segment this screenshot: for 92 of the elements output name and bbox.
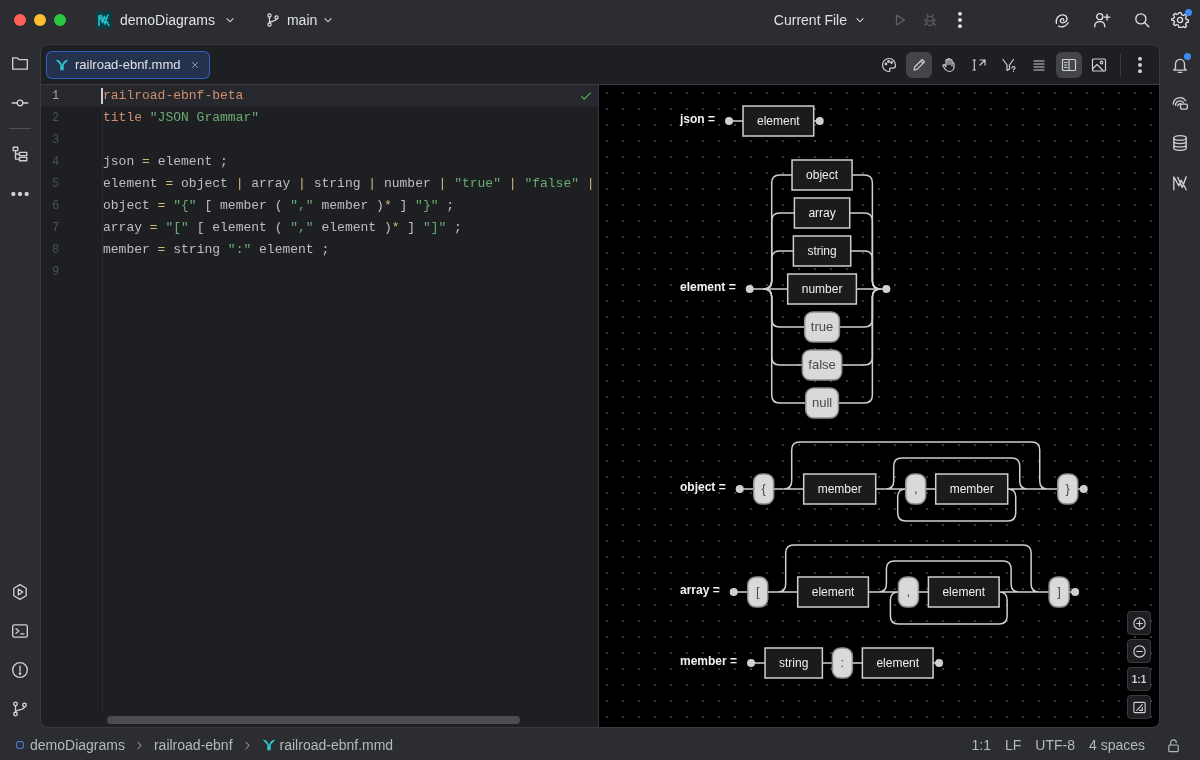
- text-cursor: [101, 88, 103, 104]
- code-line: title "JSON Grammar": [103, 109, 260, 128]
- mermaid-file-icon: [261, 738, 276, 752]
- terminal-pill: ]: [1048, 576, 1070, 608]
- mlogo-icon: [1171, 174, 1189, 192]
- branch-dropdown[interactable]: main: [264, 6, 336, 34]
- fit-to-screen-button[interactable]: [1127, 695, 1151, 719]
- problems-icon: [11, 661, 29, 679]
- zoom-in-button[interactable]: [1127, 611, 1151, 635]
- edit-mode-button[interactable]: [906, 51, 932, 78]
- project-dropdown[interactable]: demoDiagrams: [94, 6, 239, 34]
- swirl-icon: [1053, 11, 1071, 29]
- rule-label: element =: [680, 280, 736, 294]
- connector-line: [851, 662, 864, 664]
- code-line: object = "{" [ member ( "," member )* ] "}" ;: [103, 197, 455, 216]
- adduser-icon: [1093, 11, 1111, 29]
- filter-icon: [1001, 56, 1017, 73]
- end-dot: [815, 117, 824, 125]
- code-line: element = object | array | string | number | "true" | "false" |: [103, 175, 595, 194]
- aichat-icon: [1171, 94, 1189, 112]
- minimize-window-button[interactable]: [34, 14, 46, 26]
- code-line: array = "[" [ element ( "," element )* ] "]" ;: [103, 219, 462, 238]
- branch-icon: [264, 12, 281, 28]
- start-dot: [747, 659, 756, 667]
- line-number: 1: [51, 88, 61, 105]
- image-icon: [1091, 56, 1107, 73]
- end-dot: [1079, 485, 1088, 493]
- zoom-window-button[interactable]: [54, 14, 66, 26]
- bell-icon: [1171, 56, 1189, 74]
- start-dot: [745, 285, 754, 293]
- zoom-in-icon: [1131, 615, 1147, 631]
- start-dot: [735, 485, 744, 493]
- check-icon: [579, 89, 593, 103]
- mermaid-file-icon: [55, 57, 69, 72]
- bug-icon: [922, 12, 938, 28]
- rule-label: member =: [680, 654, 738, 668]
- palette-icon: [881, 56, 897, 73]
- git-icon: [11, 700, 29, 718]
- end-dot: [882, 285, 891, 293]
- module-icon: [14, 739, 26, 751]
- terminal-pill: {: [752, 473, 775, 505]
- terminal-pill: false: [801, 349, 843, 381]
- terminal-pill: null: [804, 387, 840, 419]
- close-window-button[interactable]: [14, 14, 26, 26]
- start-dot: [729, 588, 738, 596]
- horizontal-scrollbar[interactable]: [107, 716, 520, 724]
- hexplay-icon: [11, 583, 29, 601]
- terminal-pill: ,: [897, 576, 920, 608]
- status-item[interactable]: 4 spaces: [1081, 734, 1152, 756]
- terminal-pill: }: [1056, 473, 1079, 505]
- split-view-button[interactable]: [1056, 51, 1082, 78]
- breadcrumb-item[interactable]: railroad-ebnf: [153, 734, 233, 756]
- zoom-out-icon: [1131, 643, 1147, 659]
- structure-icon: [11, 145, 29, 163]
- actual-size-button[interactable]: 1:1: [1127, 667, 1151, 691]
- breadcrumb-item[interactable]: demoDiagrams: [14, 734, 125, 756]
- start-dot: [725, 117, 733, 125]
- editor-tab[interactable]: railroad-ebnf.mmd: [46, 50, 210, 79]
- database-icon: [1171, 134, 1189, 152]
- terminal-icon: [11, 622, 29, 640]
- code-line: member = string ":" element ;: [103, 241, 330, 260]
- status-item[interactable]: 1:1: [964, 734, 998, 756]
- terminal-pill: true: [803, 311, 841, 343]
- status-item[interactable]: LF: [997, 734, 1029, 756]
- status-item[interactable]: UTF-8: [1028, 734, 1082, 756]
- fit-icon: [1131, 699, 1147, 715]
- breadcrumb-item[interactable]: railroad-ebnf.mmd: [261, 734, 394, 756]
- kebab-icon: [1138, 56, 1142, 73]
- lock-icon: [1165, 737, 1181, 753]
- end-dot: [935, 659, 944, 667]
- end-dot: [1071, 588, 1080, 596]
- run-configuration-dropdown[interactable]: Current File: [773, 6, 867, 34]
- code-line: railroad-ebnf-beta: [103, 87, 244, 106]
- folder-icon: [11, 54, 29, 72]
- connector-line: [821, 662, 834, 664]
- rule-label: object =: [680, 480, 726, 494]
- hand-icon: [941, 56, 957, 73]
- gear-icon: [1171, 11, 1189, 29]
- terminal-pill: ,: [904, 473, 927, 505]
- rule-label: json =: [680, 112, 715, 126]
- text-cursor-icon: [971, 56, 987, 73]
- kebab-icon: [958, 12, 962, 28]
- search-icon: [1133, 11, 1151, 29]
- terminal-pill: :: [831, 647, 854, 679]
- split-icon: [1061, 56, 1077, 73]
- project-logo-icon: [96, 11, 112, 29]
- rule-label: array =: [680, 583, 720, 597]
- more-icon: [11, 192, 29, 196]
- pencil-icon: [911, 56, 927, 73]
- zoom-out-button[interactable]: [1127, 639, 1151, 663]
- code-line: json = element ;: [103, 153, 228, 172]
- terminal-pill: [: [746, 576, 769, 608]
